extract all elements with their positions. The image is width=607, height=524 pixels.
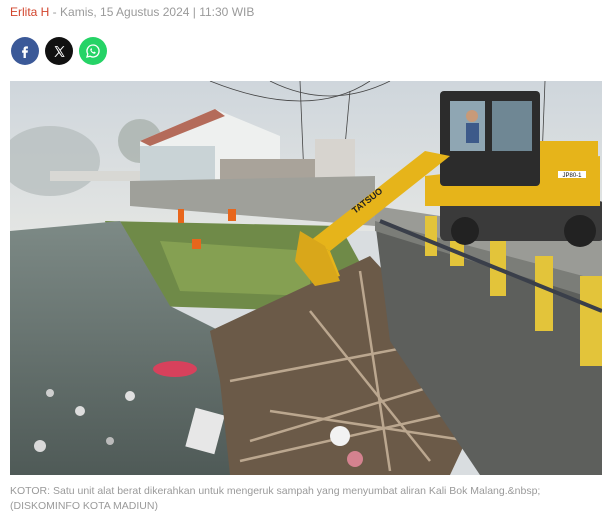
share-bar: [11, 37, 107, 65]
caption-text: KOTOR: Satu unit alat berat dikerahkan u…: [10, 485, 541, 497]
excavator-model-label: JP80-1: [562, 173, 582, 179]
facebook-share-button[interactable]: [11, 37, 39, 65]
photo-credit: (DISKOMINFO KOTA MADIUN): [10, 500, 158, 512]
x-share-button[interactable]: [45, 37, 73, 65]
whatsapp-icon: [86, 44, 100, 58]
article-photo[interactable]: JP80-1 TATSUO: [10, 81, 602, 475]
whatsapp-share-button[interactable]: [79, 37, 107, 65]
x-icon: [53, 45, 65, 57]
byline-separator: -: [49, 5, 61, 19]
author-name[interactable]: Erlita H: [10, 5, 49, 19]
publish-datetime: Kamis, 15 Agustus 2024 | 11:30 WIB: [60, 5, 255, 19]
river-cleanup-illustration: JP80-1 TATSUO: [10, 81, 602, 475]
article-byline: Erlita H - Kamis, 15 Agustus 2024 | 11:3…: [10, 5, 254, 19]
facebook-icon: [22, 46, 28, 58]
photo-caption: KOTOR: Satu unit alat berat dikerahkan u…: [10, 484, 602, 514]
